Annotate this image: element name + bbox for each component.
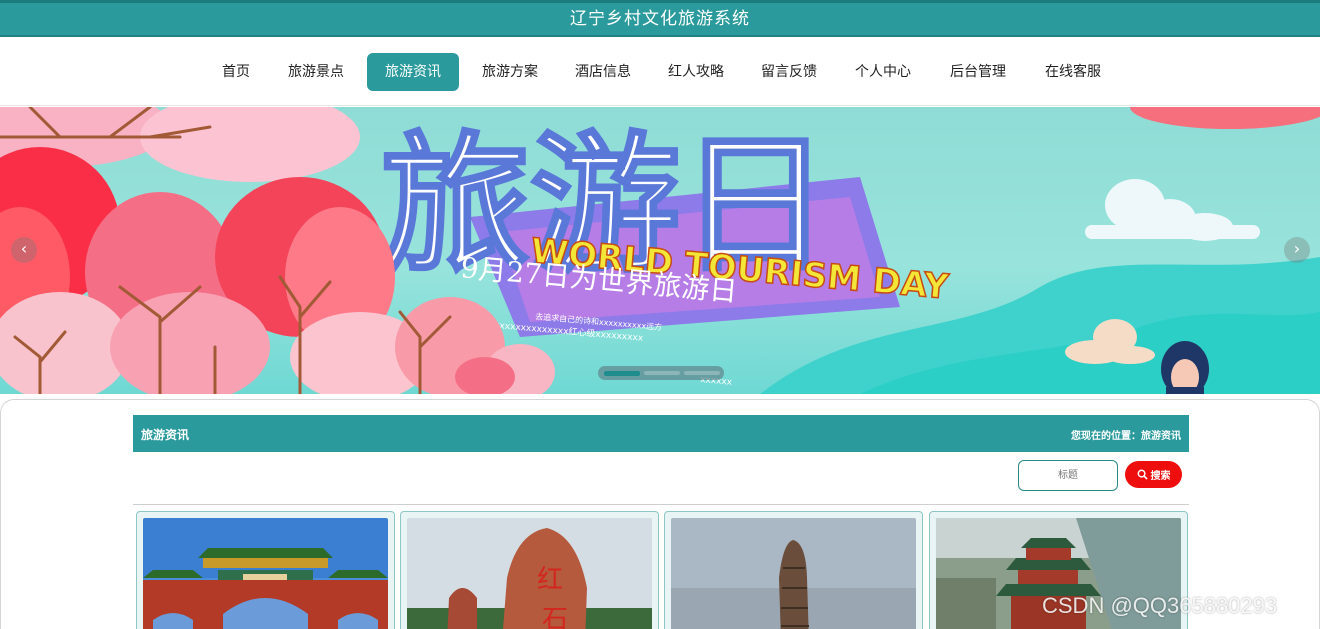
nav-item-online-service[interactable]: 在线客服	[1030, 53, 1116, 91]
app-title: 辽宁乡村文化旅游系统	[570, 9, 750, 29]
carousel-prev-button[interactable]: ‹	[11, 237, 37, 263]
title-bar: 辽宁乡村文化旅游系统	[0, 0, 1320, 37]
watermark: CSDN @QQ365880293	[1042, 593, 1278, 618]
chevron-right-icon: ›	[1293, 239, 1301, 258]
main-nav: 首页 旅游景点 旅游资讯 旅游方案 酒店信息 红人攻略 留言反馈 个人中心 后台…	[0, 38, 1320, 106]
nav-item-influencer-guides[interactable]: 红人攻略	[654, 53, 738, 91]
chevron-left-icon: ‹	[20, 239, 28, 258]
nav-item-feedback[interactable]: 留言反馈	[747, 53, 831, 91]
nav-item-scenic-spots[interactable]: 旅游景点	[274, 53, 358, 91]
breadcrumb: 您现在的位置：旅游资讯	[1071, 431, 1181, 442]
svg-text:石: 石	[542, 605, 568, 629]
carousel-dot-1[interactable]	[604, 370, 640, 376]
news-card-1[interactable]	[136, 511, 395, 629]
search-icon	[1137, 469, 1148, 480]
banner-illustration: 旅游日 WORLD TOURISM DAY 9月27日为世界旅游日 去追求自己的…	[0, 107, 1320, 394]
svg-text:红: 红	[537, 565, 563, 595]
carousel-next-button[interactable]: ›	[1284, 237, 1310, 263]
news-card-2[interactable]: 红 石	[400, 511, 659, 629]
nav-item-home[interactable]: 首页	[204, 53, 268, 91]
nav-item-travel-news[interactable]: 旅游资讯	[367, 53, 459, 91]
banner-carousel[interactable]: 旅游日 WORLD TOURISM DAY 9月27日为世界旅游日 去追求自己的…	[0, 107, 1320, 394]
page: 辽宁乡村文化旅游系统 首页 旅游景点 旅游资讯 旅游方案 酒店信息 红人攻略 留…	[0, 0, 1320, 629]
nav-item-travel-plans[interactable]: 旅游方案	[468, 53, 552, 91]
carousel-indicators	[598, 366, 724, 380]
search-input[interactable]	[1018, 460, 1118, 491]
section-header: 旅游资讯 您现在的位置：旅游资讯	[133, 415, 1189, 452]
news-card-image[interactable]: 红 石	[407, 518, 652, 629]
carousel-dot-2[interactable]	[644, 371, 680, 375]
search-button-label: 搜索	[1150, 471, 1171, 482]
nav-item-admin[interactable]: 后台管理	[935, 53, 1021, 91]
search-button[interactable]: 搜索	[1125, 461, 1182, 488]
news-card-3[interactable]	[664, 511, 923, 629]
nav-item-personal-center[interactable]: 个人中心	[840, 53, 926, 91]
section-title: 旅游资讯	[141, 428, 190, 442]
news-card-image[interactable]	[143, 518, 388, 629]
news-card-image[interactable]	[671, 518, 916, 629]
nav-item-hotel-info[interactable]: 酒店信息	[561, 53, 645, 91]
carousel-dot-3[interactable]	[684, 371, 720, 375]
divider	[133, 504, 1189, 505]
